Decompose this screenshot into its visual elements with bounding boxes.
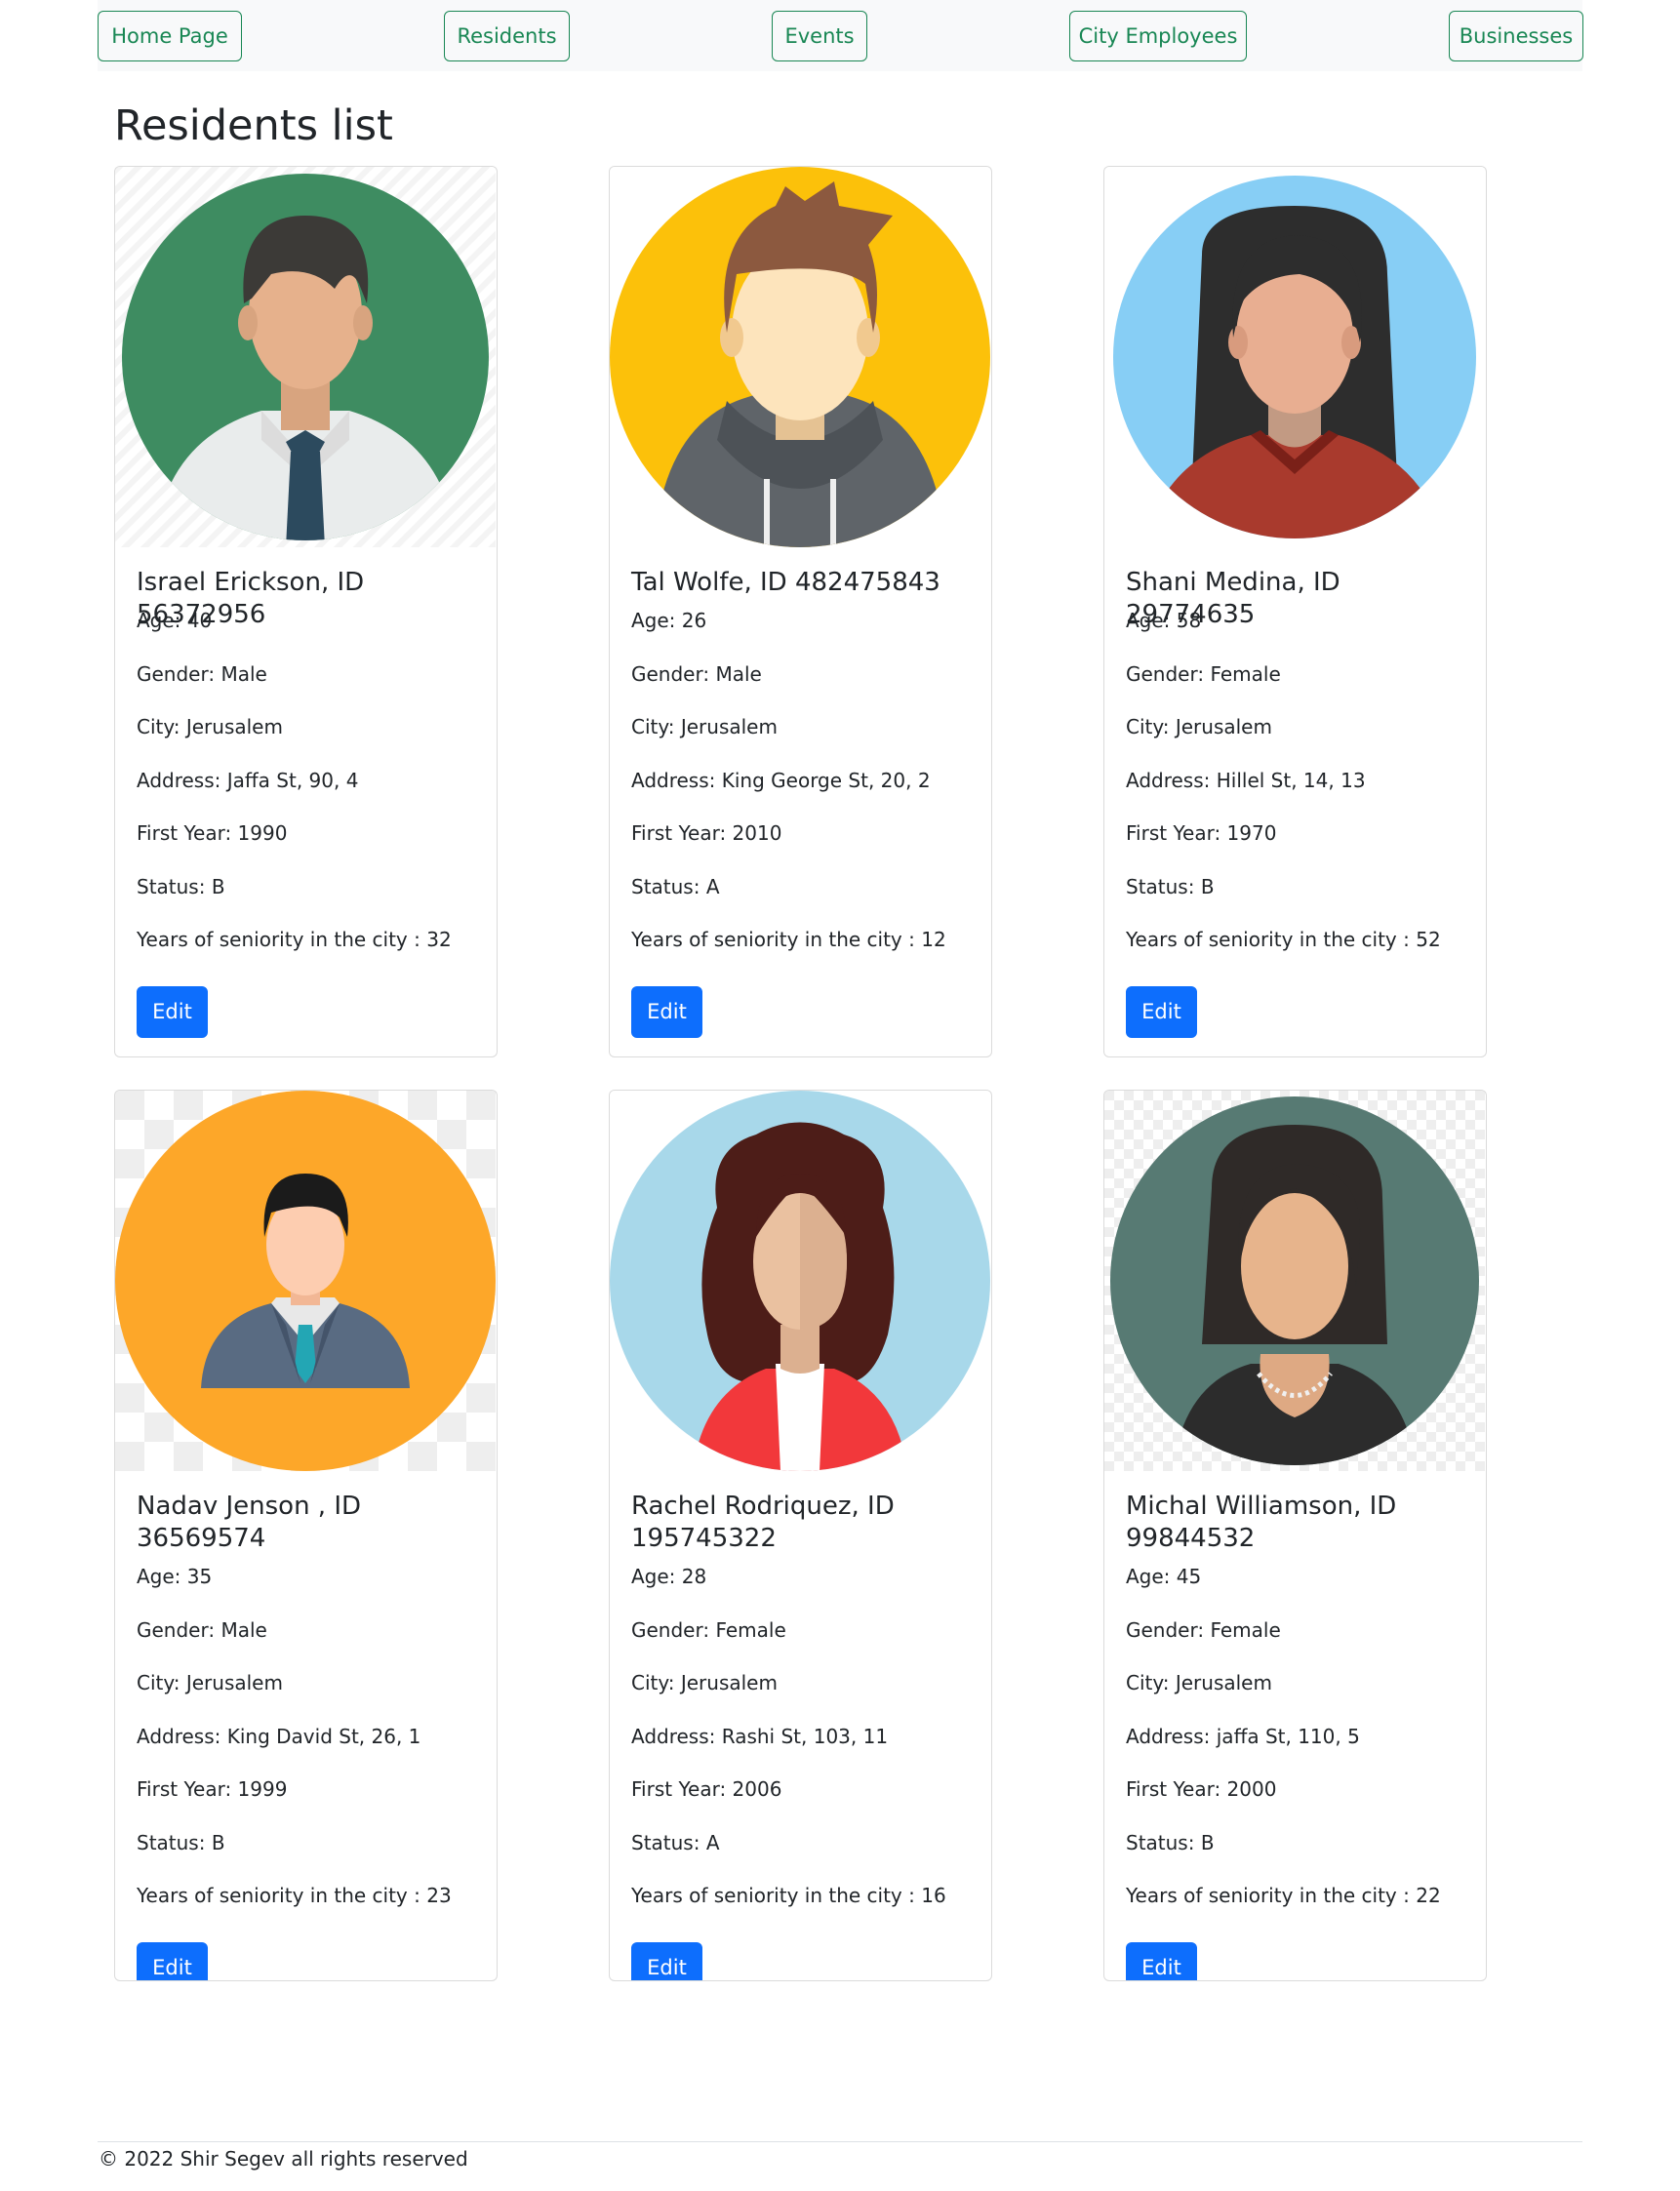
footer-divider [98,2141,1582,2142]
resident-age: Age: 35 [137,1565,213,1588]
resident-address: Address: Rashi St, 103, 11 [631,1724,889,1748]
resident-card: Michal Williamson, ID 99844532 Age: 45 G… [1103,1090,1487,1981]
resident-gender: Gender: Male [137,661,267,686]
resident-age: Age: 58 [1126,609,1202,632]
resident-age: Age: 45 [1126,1565,1202,1588]
resident-seniority: Years of seniority in the city : 12 [631,928,946,951]
resident-city: City: Jerusalem [1126,715,1272,738]
resident-card: Tal Wolfe, ID 482475843 Age: 26 Gender: … [609,166,992,1057]
resident-city: City: Jerusalem [137,1671,283,1694]
resident-status: Status: A [631,1830,720,1854]
top-navbar: Home Page Residents Events City Employee… [98,0,1583,71]
resident-seniority: Years of seniority in the city : 16 [631,1884,946,1907]
woman-pearl-necklace-avatar-icon [1104,1091,1485,1471]
resident-address: Address: Jaffa St, 90, 4 [137,768,359,792]
resident-first-year: First Year: 1999 [137,1777,288,1801]
resident-first-year: First Year: 1990 [137,821,288,845]
man-in-hoodie-avatar-icon [610,167,990,547]
edit-button[interactable]: Edit [631,985,702,1038]
resident-seniority: Years of seniority in the city : 52 [1126,928,1441,951]
resident-address: Address: Hillel St, 14, 13 [1126,768,1366,792]
resident-gender: Gender: Female [1126,661,1281,686]
nav-residents-button[interactable]: Residents [444,11,570,61]
footer-copyright: © 2022 Shir Segev all rights reserved [99,2147,468,2171]
resident-address: Address: King David St, 26, 1 [137,1724,421,1748]
resident-name-id: Nadav Jenson , ID 36569574 [137,1492,362,1553]
resident-card: Nadav Jenson , ID 36569574 Age: 35 Gende… [114,1090,498,1981]
resident-status: Status: B [1126,1830,1215,1854]
resident-name-id: Tal Wolfe, ID 482475843 [631,568,940,597]
resident-city: City: Jerusalem [631,715,778,738]
resident-first-year: First Year: 2000 [1126,1777,1277,1801]
nav-businesses-button[interactable]: Businesses [1449,11,1583,61]
resident-gender: Gender: Female [1126,1617,1281,1642]
businessman-avatar-icon [115,1091,496,1471]
resident-name-id: Israel Erickson, ID 56372956 [137,568,365,629]
resident-city: City: Jerusalem [631,1671,778,1694]
resident-status: Status: B [1126,874,1215,898]
resident-age: Age: 40 [137,609,213,632]
nav-city-employees-button[interactable]: City Employees [1069,11,1247,61]
resident-seniority: Years of seniority in the city : 32 [137,928,452,951]
woman-curly-hair-avatar-icon [610,1091,990,1471]
resident-gender: Gender: Male [631,661,762,686]
page-title: Residents list [114,101,393,150]
resident-card: Rachel Rodriquez, ID 195745322 Age: 28 G… [609,1090,992,1981]
woman-long-hair-avatar-icon [1104,167,1485,547]
resident-seniority: Years of seniority in the city : 22 [1126,1884,1441,1907]
resident-first-year: First Year: 1970 [1126,821,1277,845]
resident-status: Status: A [631,874,720,898]
resident-name-id: Rachel Rodriquez, ID 195745322 [631,1492,895,1553]
resident-age: Age: 28 [631,1565,707,1588]
resident-city: City: Jerusalem [1126,1671,1272,1694]
resident-age: Age: 26 [631,609,707,632]
edit-button[interactable]: Edit [137,985,208,1038]
resident-first-year: First Year: 2006 [631,1777,782,1801]
resident-status: Status: B [137,874,225,898]
resident-address: Address: jaffa St, 110, 5 [1126,1724,1360,1748]
resident-gender: Gender: Male [137,1617,267,1642]
edit-button[interactable]: Edit [1126,985,1197,1038]
resident-city: City: Jerusalem [137,715,283,738]
edit-button[interactable]: Edit [1126,1941,1197,1980]
resident-card: Shani Medina, ID 29774635 Age: 58 Gender… [1103,166,1487,1057]
resident-name-id: Shani Medina, ID 29774635 [1126,568,1340,629]
resident-status: Status: B [137,1830,225,1854]
resident-name-id: Michal Williamson, ID 99844532 [1126,1492,1397,1553]
resident-seniority: Years of seniority in the city : 23 [137,1884,452,1907]
edit-button[interactable]: Edit [631,1941,702,1980]
resident-card: Israel Erickson, ID 56372956 Age: 40 Gen… [114,166,498,1057]
edit-button[interactable]: Edit [137,1941,208,1980]
nav-events-button[interactable]: Events [772,11,867,61]
resident-address: Address: King George St, 20, 2 [631,768,931,792]
resident-gender: Gender: Female [631,1617,786,1642]
man-with-tie-avatar-icon [115,167,496,547]
nav-home-page-button[interactable]: Home Page [98,11,242,61]
resident-first-year: First Year: 2010 [631,821,782,845]
